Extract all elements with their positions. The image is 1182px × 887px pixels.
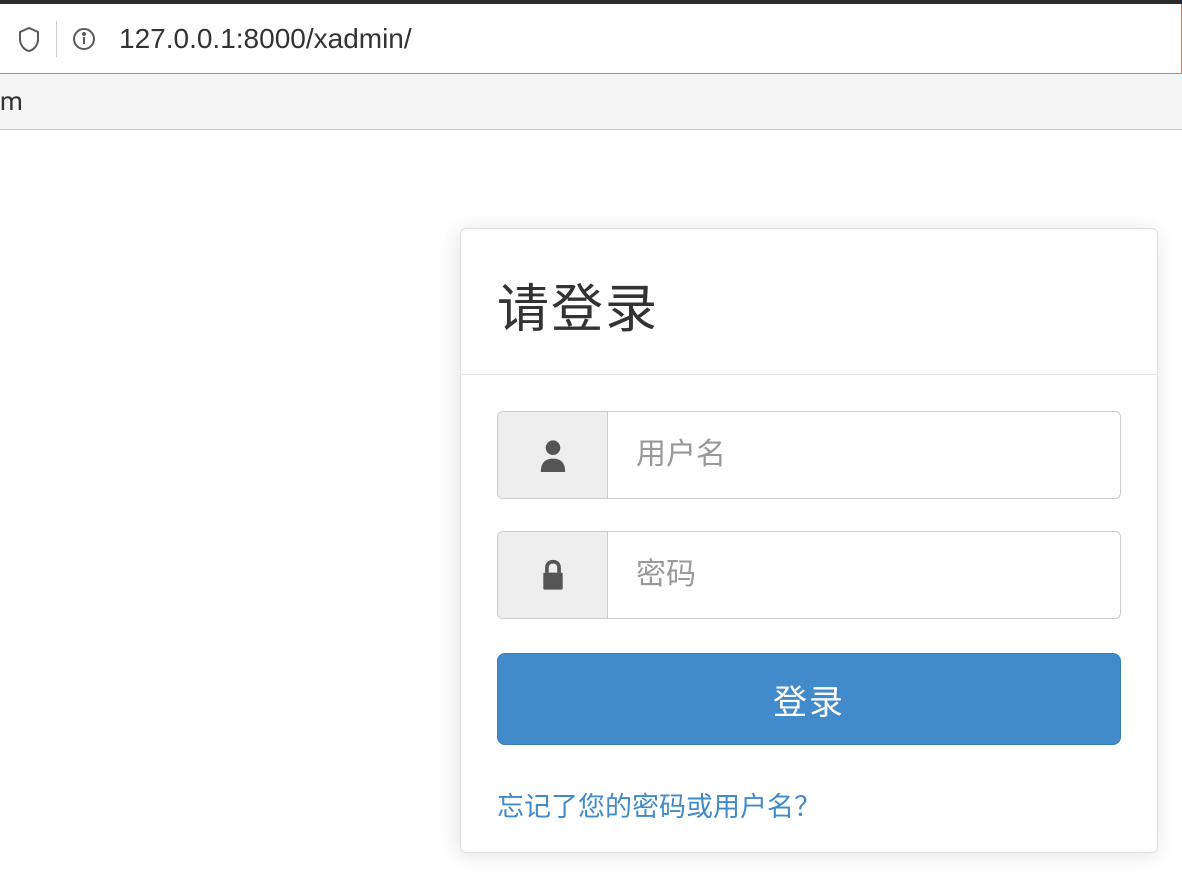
address-bar: 127.0.0.1:8000/xadmin/ bbox=[0, 4, 1182, 74]
lock-icon bbox=[498, 532, 608, 618]
login-button[interactable]: 登录 bbox=[497, 653, 1121, 745]
login-header: 请登录 bbox=[461, 229, 1157, 375]
username-group bbox=[497, 411, 1121, 499]
url-text[interactable]: 127.0.0.1:8000/xadmin/ bbox=[119, 23, 412, 55]
username-input[interactable] bbox=[608, 412, 1120, 498]
forgot-credentials-link[interactable]: 忘记了您的密码或用户名？ bbox=[497, 785, 821, 824]
login-panel: 请登录 bbox=[460, 228, 1158, 853]
user-icon bbox=[498, 412, 608, 498]
address-divider bbox=[56, 21, 57, 57]
login-title: 请登录 bbox=[497, 267, 1121, 342]
bookmark-bar: m bbox=[0, 74, 1182, 130]
password-group bbox=[497, 531, 1121, 619]
shield-icon[interactable] bbox=[8, 18, 50, 60]
bookmark-fragment: m bbox=[0, 87, 23, 117]
login-form: 登录 忘记了您的密码或用户名？ bbox=[461, 375, 1157, 852]
info-icon[interactable] bbox=[63, 18, 105, 60]
password-input[interactable] bbox=[608, 532, 1120, 618]
page-content: 请登录 bbox=[0, 130, 1182, 887]
